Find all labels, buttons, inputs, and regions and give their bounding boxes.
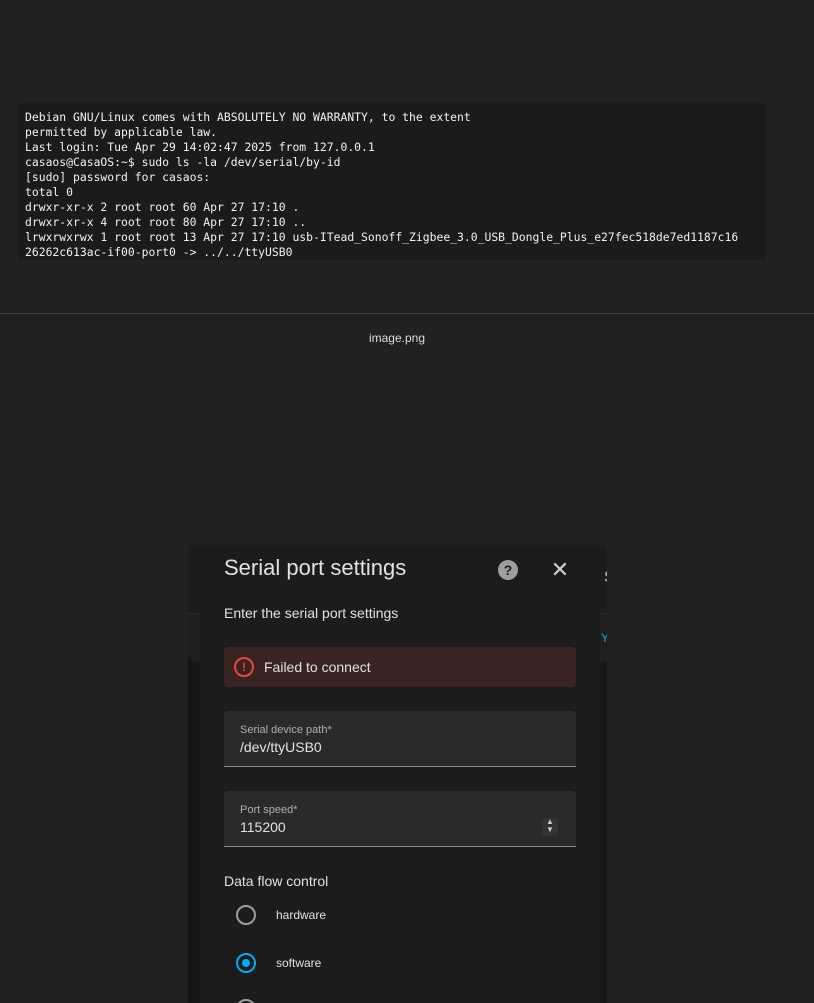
alert-message: Failed to connect [264,659,371,675]
serial-port-dialog: Serial port settings ? ✕ Enter the seria… [200,545,600,1003]
divider [0,313,814,314]
error-icon: ! [234,657,254,677]
error-alert: ! Failed to connect [224,647,576,687]
field-value: /dev/ttyUSB0 [240,739,322,755]
dialog-subtitle: Enter the serial port settings [224,605,399,621]
port-speed-field[interactable]: Port speed* 115200 ▲ ▼ [224,791,576,847]
background-edge-link: Y [601,631,607,645]
serial-device-path-field[interactable]: Serial device path* /dev/ttyUSB0 [224,711,576,767]
field-label: Serial device path* [240,724,332,736]
radio-software[interactable]: software [236,953,436,977]
stepper-arrows-icon[interactable]: ▲ ▼ [542,818,558,836]
field-label: Port speed* [240,804,298,816]
background-edge-text: S [604,569,607,587]
field-value: 115200 [240,819,286,835]
radio-hardware[interactable]: hardware [236,905,436,929]
terminal-output: Debian GNU/Linux comes with ABSOLUTELY N… [18,103,766,260]
radio-button-icon[interactable] [236,905,256,925]
close-icon[interactable]: ✕ [550,558,570,582]
dialog-title: Serial port settings [224,555,407,580]
radio-button-checked-icon[interactable] [236,953,256,973]
radio-button-icon[interactable] [236,999,256,1003]
embedded-screenshot: S Y Serial port settings ? ✕ Enter the s… [188,545,607,1003]
radio-label: hardware [276,908,327,922]
image-caption: image.png [368,331,426,345]
terminal-text: Debian GNU/Linux comes with ABSOLUTELY N… [25,110,739,259]
help-icon[interactable]: ? [498,560,518,580]
page: Debian GNU/Linux comes with ABSOLUTELY N… [0,0,814,1003]
flow-control-label: Data flow control [224,873,329,889]
radio-label: software [276,956,322,970]
